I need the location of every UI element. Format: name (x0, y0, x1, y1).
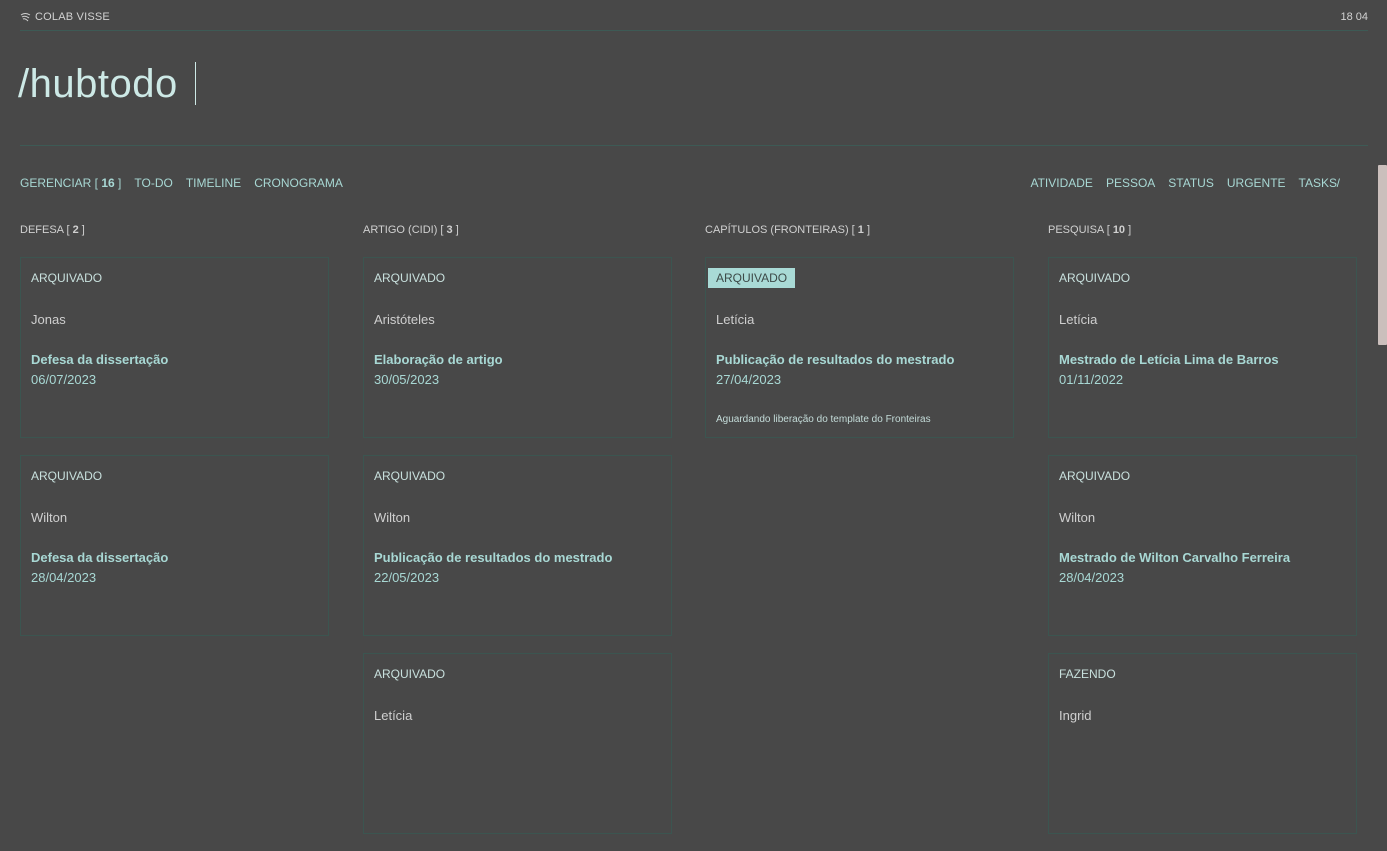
status-badge[interactable]: ARQUIVADO (374, 469, 445, 483)
column-label: DEFESA [ (20, 224, 73, 236)
card-date: 30/05/2023 (374, 372, 440, 387)
status-badge[interactable]: FAZENDO (1059, 667, 1116, 681)
column-capitulos: CAPÍTULOS (FRONTEIRAS) [ 1 ] ARQUIVADO L… (705, 224, 1016, 455)
card-title: Publicação de resultados do mestrado (716, 352, 955, 367)
column-suffix: ] (78, 224, 85, 236)
nav-gerenciar-suffix: ] (114, 176, 122, 190)
task-card[interactable]: ARQUIVADO Wilton Defesa da dissertação 2… (20, 455, 329, 636)
task-card[interactable]: ARQUIVADO Letícia Publicação de resultad… (705, 257, 1014, 438)
card-person: Wilton (31, 510, 68, 525)
card-date: 28/04/2023 (1059, 570, 1125, 585)
card-person: Letícia (1059, 312, 1098, 327)
card-person: Ingrid (1059, 708, 1092, 723)
clock: 18 04 (1340, 11, 1368, 23)
column-suffix: ] (863, 224, 871, 236)
brand[interactable]: COLAB VISSE (20, 11, 110, 23)
task-card[interactable]: ARQUIVADO Jonas Defesa da dissertação 06… (20, 257, 329, 438)
brand-name: COLAB VISSE (35, 11, 110, 23)
top-bar: COLAB VISSE 18 04 (20, 0, 1368, 31)
nav-gerenciar-count: 16 (101, 176, 115, 190)
nav-timeline[interactable]: TIMELINE (186, 176, 241, 190)
text-cursor (195, 62, 196, 105)
card-date: 27/04/2023 (716, 372, 782, 387)
column-header: CAPÍTULOS (FRONTEIRAS) [ 1 ] (705, 224, 1016, 257)
status-badge[interactable]: ARQUIVADO (31, 469, 102, 483)
scrollbar-thumb[interactable] (1378, 165, 1387, 345)
card-title: Defesa da dissertação (31, 352, 169, 367)
hero: /hubtodo (18, 30, 1368, 146)
status-badge[interactable]: ARQUIVADO (708, 268, 796, 288)
filter-pessoa[interactable]: PESSOA (1106, 176, 1155, 190)
card-date: 22/05/2023 (374, 570, 440, 585)
column-label: CAPÍTULOS (FRONTEIRAS) [ (705, 224, 858, 236)
column-label: ARTIGO (CIDI) [ (363, 224, 447, 236)
column-header: DEFESA [ 2 ] (20, 224, 331, 257)
filter-status[interactable]: STATUS (1168, 176, 1214, 190)
page-title: /hubtodo (18, 62, 178, 106)
nav-slash[interactable]: / (1337, 176, 1340, 190)
card-note: Aguardando liberação do template do Fron… (716, 414, 931, 425)
status-badge[interactable]: ARQUIVADO (374, 667, 445, 681)
column-suffix: ] (1125, 224, 1132, 236)
nav-todo[interactable]: TO-DO (134, 176, 172, 190)
main-nav: GERENCIAR [ 16 ] TO-DO TIMELINE CRONOGRA… (20, 176, 343, 190)
column-count: 10 (1112, 224, 1126, 236)
column-suffix: ] (452, 224, 459, 236)
status-badge[interactable]: ARQUIVADO (374, 271, 445, 285)
column-label: PESQUISA [ (1048, 224, 1113, 236)
card-title: Publicação de resultados do mestrado (374, 550, 613, 565)
task-card[interactable]: ARQUIVADO Aristóteles Elaboração de arti… (363, 257, 672, 438)
filter-atividade[interactable]: ATIVIDADE (1030, 176, 1092, 190)
card-person: Letícia (374, 708, 413, 723)
filter-nav: ATIVIDADE PESSOA STATUS URGENTE TASKS (1030, 176, 1337, 190)
card-person: Wilton (374, 510, 411, 525)
status-badge[interactable]: ARQUIVADO (31, 271, 102, 285)
task-card[interactable]: FAZENDO Ingrid (1048, 653, 1357, 834)
filter-tasks[interactable]: TASKS (1299, 176, 1337, 190)
filter-urgente[interactable]: URGENTE (1227, 176, 1286, 190)
card-person: Aristóteles (374, 312, 435, 327)
status-badge[interactable]: ARQUIVADO (1059, 271, 1130, 285)
column-artigo: ARTIGO (CIDI) [ 3 ] ARQUIVADO Aristótele… (363, 224, 674, 851)
status-badge[interactable]: ARQUIVADO (1059, 469, 1130, 483)
task-card[interactable]: ARQUIVADO Wilton Mestrado de Wilton Carv… (1048, 455, 1357, 636)
card-person: Jonas (31, 312, 66, 327)
card-title: Mestrado de Letícia Lima de Barros (1059, 352, 1279, 367)
card-date: 06/07/2023 (31, 372, 97, 387)
nav-cronograma[interactable]: CRONOGRAMA (254, 176, 343, 190)
task-card[interactable]: ARQUIVADO Wilton Publicação de resultado… (363, 455, 672, 636)
card-person: Wilton (1059, 510, 1096, 525)
task-card[interactable]: ARQUIVADO Letícia Mestrado de Letícia Li… (1048, 257, 1357, 438)
card-person: Letícia (716, 312, 755, 327)
card-title: Mestrado de Wilton Carvalho Ferreira (1059, 550, 1291, 565)
brand-logo-icon (20, 12, 31, 21)
task-card[interactable]: ARQUIVADO Letícia (363, 653, 672, 834)
card-title: Defesa da dissertação (31, 550, 169, 565)
card-date: 01/11/2022 (1059, 372, 1124, 387)
column-pesquisa: PESQUISA [ 10 ] ARQUIVADO Letícia Mestra… (1048, 224, 1359, 851)
column-header: PESQUISA [ 10 ] (1048, 224, 1359, 257)
card-date: 28/04/2023 (31, 570, 97, 585)
column-defesa: DEFESA [ 2 ] ARQUIVADO Jonas Defesa da d… (20, 224, 331, 653)
column-header: ARTIGO (CIDI) [ 3 ] (363, 224, 674, 257)
nav-gerenciar-label: GERENCIAR [ (20, 176, 102, 190)
card-title: Elaboração de artigo (374, 352, 503, 367)
nav-gerenciar[interactable]: GERENCIAR [ 16 ] (20, 176, 121, 190)
